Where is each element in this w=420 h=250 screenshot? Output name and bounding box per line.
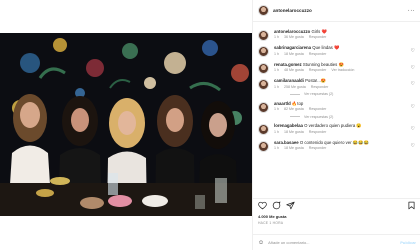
comment-username[interactable]: sabrinagarciarena xyxy=(274,45,311,50)
post-header: antonelaroccuzzo ··· xyxy=(253,0,420,22)
comments-list: antonelaroccuzzo Girls ❤️ 1 h 36 Me gust… xyxy=(253,22,420,152)
comment-icon[interactable] xyxy=(272,201,281,210)
view-replies-label: Ver respuestas (2) xyxy=(304,114,334,119)
heart-icon[interactable]: ♡ xyxy=(411,48,415,54)
publish-button[interactable]: Publicar xyxy=(400,240,416,245)
avatar[interactable] xyxy=(258,140,269,152)
comment-time[interactable]: 1 h xyxy=(274,107,279,111)
add-comment-input[interactable]: Añade un comentario... xyxy=(268,240,309,245)
comment-username[interactable]: camilaranaaldi xyxy=(274,78,304,83)
heart-icon[interactable]: ♡ xyxy=(411,126,415,132)
avatar[interactable] xyxy=(258,29,269,41)
comment-text: O contenido que quiero ver 😂😂😂 xyxy=(299,139,369,145)
see-translation[interactable]: Ver traducción xyxy=(331,68,354,72)
comment-text: O verdadero quien pudiera 😮 xyxy=(304,123,362,128)
comment-reply[interactable]: Responder xyxy=(309,68,327,72)
comment-username[interactable]: sara.basaee xyxy=(274,140,299,145)
comment-row: anaartld 🔥top 1 h 82 Me gusta Responder … xyxy=(258,101,415,113)
comment-likes[interactable]: 48 Me gusta xyxy=(284,68,304,72)
comment-time[interactable]: 1 h xyxy=(274,68,279,72)
comment-username[interactable]: renata.gomez xyxy=(274,62,302,67)
heart-icon[interactable]: ♡ xyxy=(411,143,415,149)
heart-icon[interactable]: ♡ xyxy=(411,104,415,110)
replies-divider xyxy=(290,116,300,117)
replies-divider xyxy=(290,93,300,95)
comment-row: renata.gomez Stunning beauties 😍 1 h 48 … xyxy=(258,62,415,74)
add-comment-bar: ☺ Añade un comentario... Publicar xyxy=(253,234,420,250)
author-username[interactable]: antonelaroccuzzo xyxy=(273,8,312,13)
view-replies-label: Ver respuestas (2) xyxy=(304,92,334,96)
comment-likes[interactable]: 18 Me gusta xyxy=(284,146,304,150)
comment-likes[interactable]: 258 Me gusta xyxy=(284,85,306,89)
share-icon[interactable] xyxy=(286,201,295,210)
comment-reply[interactable]: Responder xyxy=(311,85,329,89)
comment-time[interactable]: 1 h xyxy=(274,85,279,89)
view-replies-button[interactable]: Ver respuestas (2) xyxy=(290,115,415,119)
post-photo[interactable] xyxy=(0,33,252,216)
comment-reply[interactable]: Responder xyxy=(309,107,327,111)
comment-time[interactable]: 1 h xyxy=(274,146,279,150)
comment-reply[interactable]: Responder xyxy=(309,146,327,150)
comment-username[interactable]: lorenagabelaa xyxy=(274,123,303,128)
comment-text: Que lindas ❤️ xyxy=(312,45,340,50)
comment-row: sabrinagarciarena Que lindas ❤️ 1 h 18 M… xyxy=(258,45,415,57)
group-photo-image xyxy=(0,33,252,216)
post-date: HACE 1 HORA xyxy=(258,221,284,225)
avatar[interactable] xyxy=(258,124,269,135)
caption-username[interactable]: antonelaroccuzzo xyxy=(274,29,310,34)
caption-reply[interactable]: Responder xyxy=(309,35,327,39)
emoji-icon[interactable]: ☺ xyxy=(258,240,264,246)
caption-time[interactable]: 1 h xyxy=(274,35,279,39)
view-replies-button[interactable]: Ver respuestas (2) xyxy=(290,92,415,96)
comment-username[interactable]: anaartld xyxy=(274,101,291,106)
comment-text: 🔥top xyxy=(291,100,304,106)
heart-icon[interactable] xyxy=(258,201,267,210)
likes-count[interactable]: 4.000 Me gusta xyxy=(258,214,286,219)
caption-likes[interactable]: 36 Me gusta xyxy=(284,35,304,39)
comment-text: Stunning beauties 😍 xyxy=(302,61,344,67)
ellipsis-icon[interactable]: ··· xyxy=(408,8,415,14)
author-avatar[interactable] xyxy=(258,5,269,16)
post-side-panel: antonelaroccuzzo ··· antonelaroccuzzo Gi… xyxy=(252,0,420,250)
comment-likes[interactable]: 18 Me gusta xyxy=(284,52,304,56)
bookmark-icon[interactable] xyxy=(407,201,416,210)
avatar[interactable] xyxy=(258,62,269,74)
post-actions-bar xyxy=(253,198,420,212)
heart-icon[interactable]: ♡ xyxy=(411,81,415,87)
avatar[interactable] xyxy=(258,79,269,90)
comment-time[interactable]: 1 h xyxy=(274,130,279,134)
heart-icon[interactable]: ♡ xyxy=(411,65,415,71)
instagram-post-modal: antonelaroccuzzo ··· antonelaroccuzzo Gi… xyxy=(0,0,420,250)
comment-likes[interactable]: 82 Me gusta xyxy=(284,107,304,111)
comment-row: sara.basaee O contenido que quiero ver 😂… xyxy=(258,140,415,152)
comment-likes[interactable]: 18 Me gusta xyxy=(284,130,304,134)
comment-reply[interactable]: Responder xyxy=(309,52,327,56)
avatar[interactable] xyxy=(258,46,269,57)
caption-text: Girls ❤️ xyxy=(311,28,327,34)
comment-time[interactable]: 1 h xyxy=(274,52,279,56)
comment-row: camilaranaaldi Posta!...😍 1 h 258 Me gus… xyxy=(258,78,415,90)
comment-reply[interactable]: Responder xyxy=(309,130,327,134)
comment-row: lorenagabelaa O verdadero quien pudiera … xyxy=(258,123,415,135)
comment-text: Posta!...😍 xyxy=(305,78,327,83)
caption-row: antonelaroccuzzo Girls ❤️ 1 h 36 Me gust… xyxy=(258,29,415,41)
avatar[interactable] xyxy=(258,101,269,113)
